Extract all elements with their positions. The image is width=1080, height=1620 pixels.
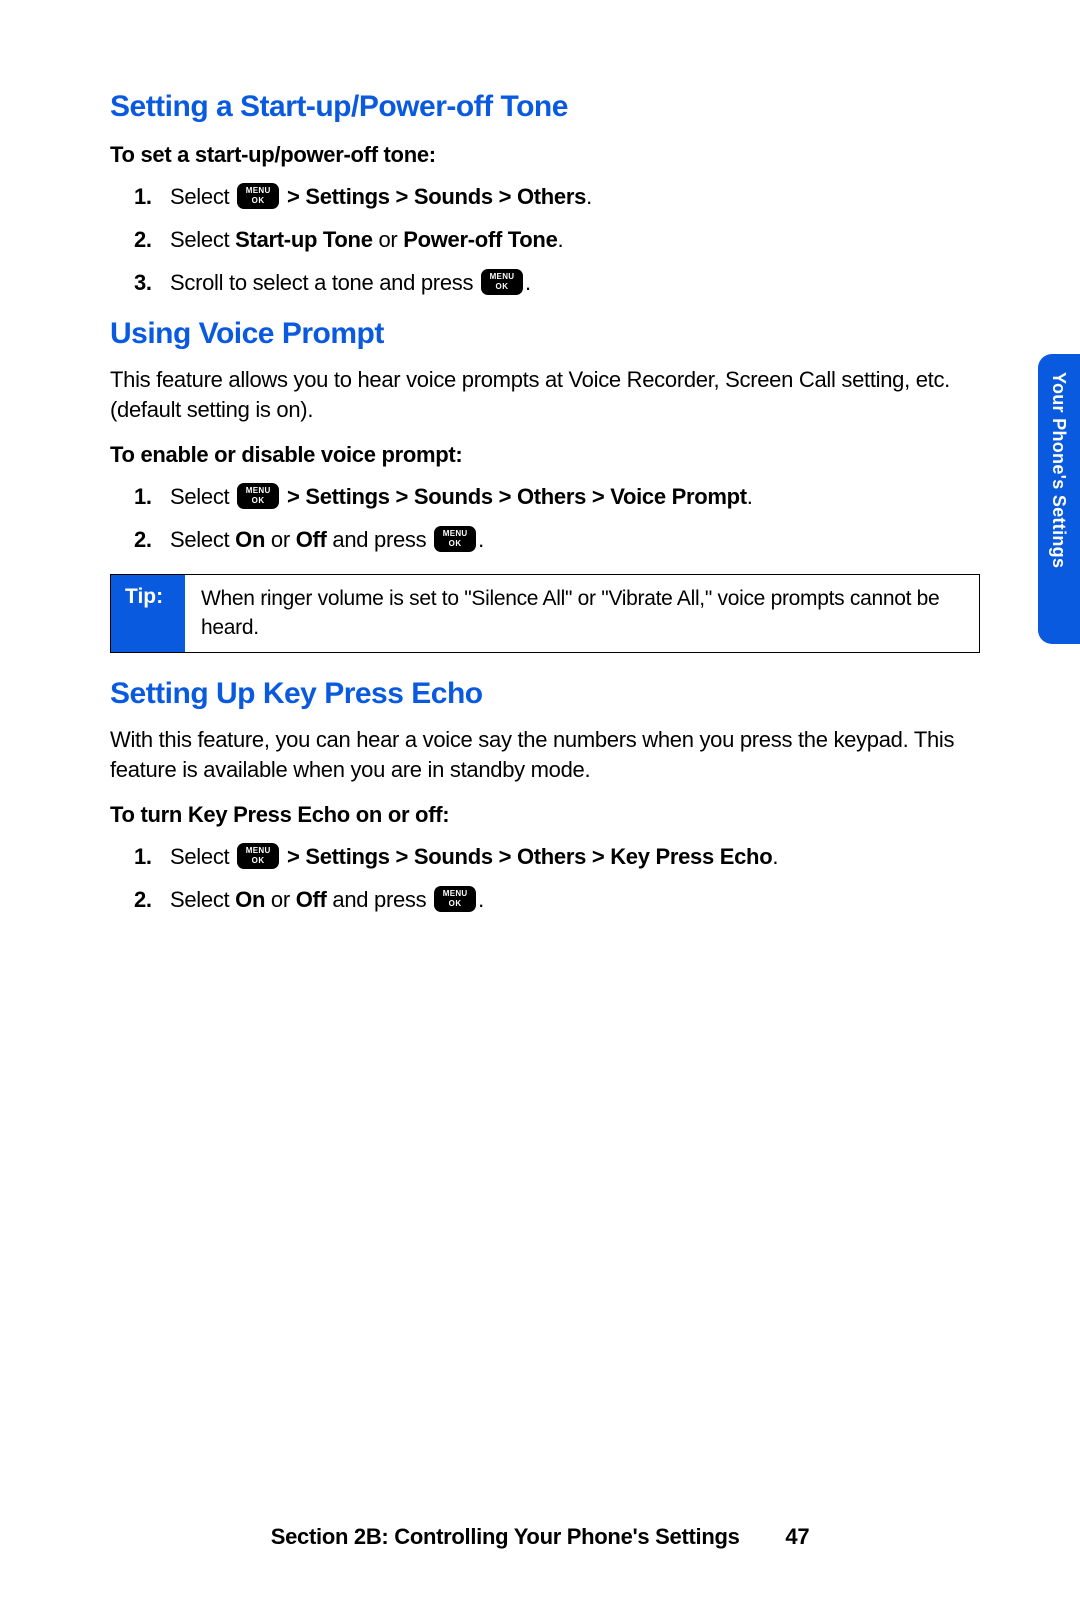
step-mid: or xyxy=(265,527,296,552)
step-bold: > Settings > Sounds > Others > Voice Pro… xyxy=(281,484,747,509)
step-item: 3. Scroll to select a tone and press . xyxy=(110,266,980,299)
heading-key-press-echo: Setting Up Key Press Echo xyxy=(110,677,980,711)
step-bold: Off xyxy=(296,887,327,912)
step-tail2: and press xyxy=(327,887,433,912)
step-bold: > Settings > Sounds > Others xyxy=(281,184,586,209)
steps-list: 1. Select > Settings > Sounds > Others >… xyxy=(110,480,980,556)
step-mid: or xyxy=(265,887,296,912)
step-item: 2. Select Start-up Tone or Power-off Ton… xyxy=(110,223,980,256)
steps-list: 1. Select > Settings > Sounds > Others. … xyxy=(110,180,980,299)
step-text: Select xyxy=(170,527,235,552)
step-bold: > Settings > Sounds > Others > Key Press… xyxy=(281,844,772,869)
page-footer: Section 2B: Controlling Your Phone's Set… xyxy=(0,1524,1080,1550)
step-item: 1. Select > Settings > Sounds > Others. xyxy=(110,180,980,213)
step-text: Select xyxy=(170,887,235,912)
step-tail: . xyxy=(558,227,564,252)
subheading: To turn Key Press Echo on or off: xyxy=(110,802,980,828)
step-mid: or xyxy=(373,227,404,252)
step-text: Select xyxy=(170,227,235,252)
side-tab: Your Phone's Settings xyxy=(1038,354,1080,644)
menu-ok-icon xyxy=(237,843,279,869)
step-item: 2. Select On or Off and press . xyxy=(110,883,980,916)
menu-ok-icon xyxy=(481,269,523,295)
step-tail: . xyxy=(772,844,778,869)
footer-text: Section 2B: Controlling Your Phone's Set… xyxy=(271,1524,740,1549)
heading-startup-tone: Setting a Start-up/Power-off Tone xyxy=(110,90,980,124)
step-tail: . xyxy=(586,184,592,209)
step-text: Select xyxy=(170,484,235,509)
menu-ok-icon xyxy=(434,526,476,552)
step-text: Select xyxy=(170,184,235,209)
heading-voice-prompt: Using Voice Prompt xyxy=(110,317,980,351)
intro-text: With this feature, you can hear a voice … xyxy=(110,725,980,784)
subheading: To set a start-up/power-off tone: xyxy=(110,142,980,168)
step-tail: . xyxy=(747,484,753,509)
page-number: 47 xyxy=(785,1524,809,1550)
side-tab-label: Your Phone's Settings xyxy=(1048,372,1069,568)
intro-text: This feature allows you to hear voice pr… xyxy=(110,365,980,424)
step-bold: Start-up Tone xyxy=(235,227,372,252)
step-bold: On xyxy=(235,527,265,552)
tip-box: Tip: When ringer volume is set to "Silen… xyxy=(110,574,980,653)
tip-label: Tip: xyxy=(111,575,185,652)
page-content: Setting a Start-up/Power-off Tone To set… xyxy=(0,0,1080,916)
menu-ok-icon xyxy=(237,183,279,209)
step-tail2: and press xyxy=(327,527,433,552)
subheading: To enable or disable voice prompt: xyxy=(110,442,980,468)
step-bold: Off xyxy=(296,527,327,552)
step-item: 1. Select > Settings > Sounds > Others >… xyxy=(110,840,980,873)
step-text: Select xyxy=(170,844,235,869)
step-tail: . xyxy=(525,270,531,295)
step-bold: On xyxy=(235,887,265,912)
step-tail: . xyxy=(478,887,484,912)
steps-list: 1. Select > Settings > Sounds > Others >… xyxy=(110,840,980,916)
step-tail: . xyxy=(478,527,484,552)
step-bold: Power-off Tone xyxy=(403,227,557,252)
step-item: 2. Select On or Off and press . xyxy=(110,523,980,556)
step-item: 1. Select > Settings > Sounds > Others >… xyxy=(110,480,980,513)
step-text: Scroll to select a tone and press xyxy=(170,270,479,295)
tip-text: When ringer volume is set to "Silence Al… xyxy=(185,575,979,652)
menu-ok-icon xyxy=(237,483,279,509)
menu-ok-icon xyxy=(434,886,476,912)
